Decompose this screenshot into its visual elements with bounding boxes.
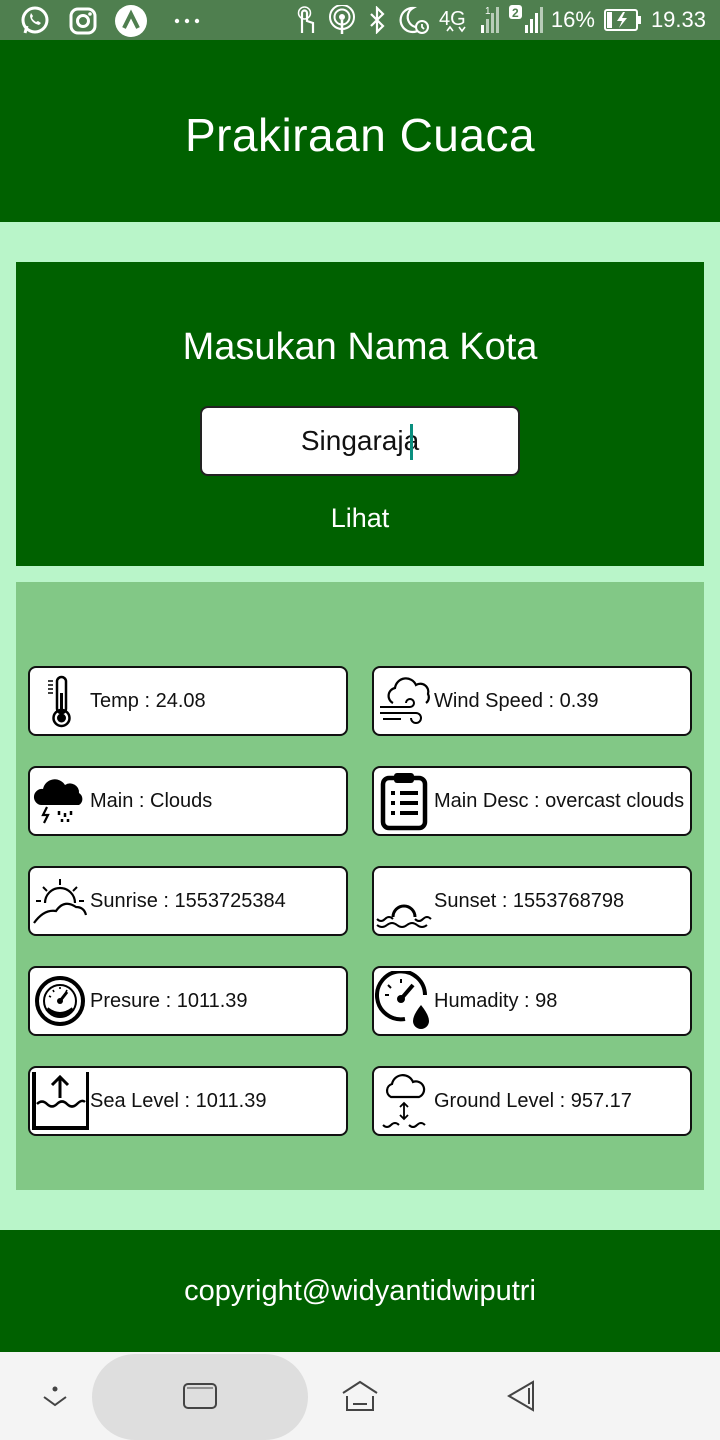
thermometer-icon <box>30 668 90 734</box>
text-cursor <box>410 424 413 460</box>
pressure-card: Presure : 1011.39 <box>28 966 348 1036</box>
sea-level-label: Sea Level : 1011.39 <box>90 1089 267 1112</box>
main-card: Main : Clouds <box>28 766 348 836</box>
back-icon[interactable] <box>495 1372 545 1420</box>
results-panel: Temp : 24.08 Wind Speed : 0.39 Main : Cl… <box>16 582 704 1190</box>
lihat-button[interactable]: Lihat <box>310 498 410 538</box>
whatsapp-icon <box>18 6 52 36</box>
sunset-label: Sunset : 1553768798 <box>434 889 625 912</box>
sea-level-icon <box>30 1068 90 1134</box>
battery-icon <box>603 5 643 35</box>
bluetooth-icon <box>365 5 389 35</box>
svg-text:1: 1 <box>485 6 491 17</box>
status-bar: 4G 1 2 16% 19.33 <box>0 0 720 48</box>
clock: 19.33 <box>650 7 706 32</box>
battery-percent: 16% <box>550 7 595 32</box>
hide-nav-chevron-icon[interactable] <box>30 1372 80 1420</box>
app-icon <box>114 5 148 37</box>
svg-text:2: 2 <box>512 6 519 20</box>
clipboard-icon <box>374 768 434 834</box>
hotspot-icon <box>327 5 357 35</box>
sunrise-icon <box>30 868 90 934</box>
signal-4g-icon: 4G 1 <box>439 5 499 35</box>
ground-level-icon <box>374 1068 434 1134</box>
recent-apps-icon[interactable] <box>175 1372 225 1420</box>
search-title: Masukan Nama Kota <box>182 326 538 368</box>
touch-icon <box>291 5 319 35</box>
sunset-icon <box>374 868 434 934</box>
city-input[interactable] <box>245 425 475 457</box>
sea-level-card: Sea Level : 1011.39 <box>28 1066 348 1136</box>
pressure-gauge-icon <box>30 968 90 1034</box>
notification-icons <box>18 5 212 37</box>
wind-cloud-icon <box>374 668 434 734</box>
home-icon[interactable] <box>335 1372 385 1420</box>
humidity-card: Humadity : 98 <box>372 966 692 1036</box>
temp-card: Temp : 24.08 <box>28 666 348 736</box>
sunrise-card: Sunrise : 1553725384 <box>28 866 348 936</box>
sunrise-label: Sunrise : 1553725384 <box>90 889 286 912</box>
main-desc-card: Main Desc : overcast clouds <box>372 766 692 836</box>
wind-speed-label: Wind Speed : 0.39 <box>434 689 599 712</box>
temp-label: Temp : 24.08 <box>90 689 206 712</box>
do-not-disturb-alarm-icon <box>397 5 431 35</box>
humidity-gauge-icon <box>374 968 434 1034</box>
wind-speed-card: Wind Speed : 0.39 <box>372 666 692 736</box>
ground-level-label: Ground Level : 957.17 <box>434 1089 632 1112</box>
copyright-text: copyright@widyantidwiputri <box>184 1274 536 1307</box>
more-dots-icon <box>162 6 212 36</box>
search-panel: Masukan Nama Kota Lihat <box>16 262 704 566</box>
sunset-card: Sunset : 1553768798 <box>372 866 692 936</box>
app-header: Prakiraan Cuaca <box>0 48 720 222</box>
instagram-icon <box>66 6 100 36</box>
system-icons: 4G 1 2 16% 19.33 <box>291 4 706 36</box>
humidity-label: Humadity : 98 <box>434 989 558 1012</box>
signal-icon: 2 <box>507 5 543 35</box>
ground-level-card: Ground Level : 957.17 <box>372 1066 692 1136</box>
storm-cloud-icon <box>30 768 90 834</box>
main-label: Main : Clouds <box>90 789 213 812</box>
main-desc-label: Main Desc : overcast clouds <box>434 789 685 812</box>
navigation-bar <box>0 1352 720 1440</box>
svg-text:4G: 4G <box>439 8 466 30</box>
page-title: Prakiraan Cuaca <box>184 109 536 161</box>
pressure-label: Presure : 1011.39 <box>90 989 248 1012</box>
city-input-wrapper <box>200 406 520 476</box>
footer: copyright@widyantidwiputri <box>0 1230 720 1352</box>
